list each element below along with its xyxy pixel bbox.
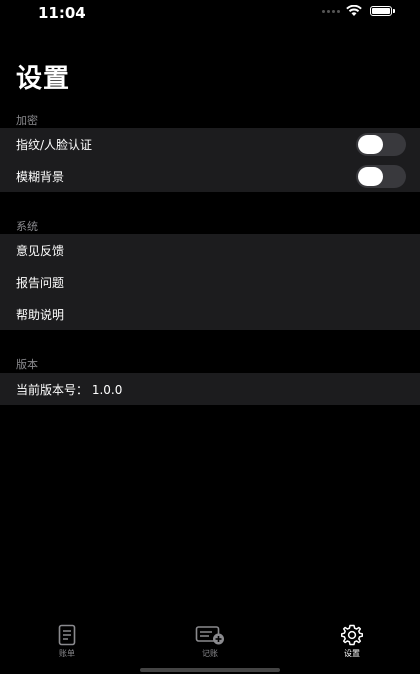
version-group: 当前版本号： 1.0.0 xyxy=(0,373,420,405)
tab-label: 记账 xyxy=(202,649,218,658)
settings-row-report-issue[interactable]: 报告问题 xyxy=(0,266,420,298)
home-indicator xyxy=(140,668,280,672)
page-title: 设置 xyxy=(16,64,71,94)
tab-label: 设置 xyxy=(344,649,360,658)
settings-row-biometric[interactable]: 指纹/人脸认证 xyxy=(0,128,420,160)
status-time: 11:04 xyxy=(38,4,86,22)
version-text: 当前版本号： 1.0.0 xyxy=(16,382,123,397)
row-label: 模糊背景 xyxy=(16,169,65,184)
signal-icon xyxy=(322,10,340,13)
row-label: 帮助说明 xyxy=(16,307,65,322)
section-label-version: 版本 xyxy=(16,358,38,371)
status-bar: 11:04 xyxy=(0,0,420,26)
wifi-icon xyxy=(346,5,362,16)
tab-record[interactable]: 记账 xyxy=(180,624,240,659)
settings-row-version: 当前版本号： 1.0.0 xyxy=(0,373,420,405)
blur-background-toggle[interactable] xyxy=(356,165,406,188)
battery-icon xyxy=(370,6,395,16)
section-label-encryption: 加密 xyxy=(16,114,38,127)
add-record-icon xyxy=(195,626,224,645)
row-label: 指纹/人脸认证 xyxy=(16,137,93,152)
row-label: 报告问题 xyxy=(16,275,65,290)
settings-row-blur-background[interactable]: 模糊背景 xyxy=(0,160,420,192)
tab-bills[interactable]: 账单 xyxy=(37,624,97,659)
encryption-group: 指纹/人脸认证 模糊背景 xyxy=(0,128,420,192)
tab-bar: 账单 记账 设置 xyxy=(0,618,420,674)
settings-screen: 11:04 设置 加密 指纹/人脸认证 模糊背景 系统 意见反馈 报告问题 帮助… xyxy=(0,0,420,674)
tab-label: 账单 xyxy=(59,649,75,658)
gear-icon xyxy=(341,624,363,646)
biometric-toggle[interactable] xyxy=(356,133,406,156)
settings-row-help[interactable]: 帮助说明 xyxy=(0,298,420,330)
section-label-system: 系统 xyxy=(16,220,38,233)
bill-icon xyxy=(58,624,76,646)
settings-row-feedback[interactable]: 意见反馈 xyxy=(0,234,420,266)
system-group: 意见反馈 报告问题 帮助说明 xyxy=(0,234,420,330)
tab-settings[interactable]: 设置 xyxy=(322,624,382,659)
row-label: 意见反馈 xyxy=(16,243,65,258)
